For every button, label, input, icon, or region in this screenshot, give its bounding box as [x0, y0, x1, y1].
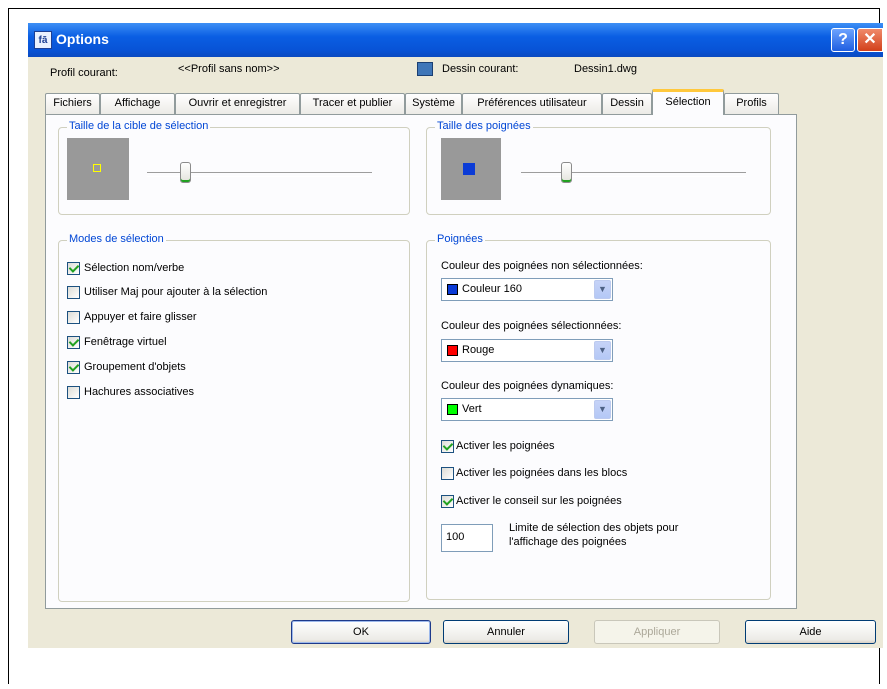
- options-app-icon: fā: [34, 31, 52, 49]
- cancel-button[interactable]: Annuler: [443, 620, 569, 644]
- press-drag-label[interactable]: Appuyer et faire glisser: [84, 311, 197, 323]
- selection-modes-title: Modes de sélection: [67, 233, 166, 245]
- grip-limit-label-line1: Limite de sélection des objets pour: [509, 522, 679, 534]
- selection-modes-group: Modes de sélection Sélection nom/verbe U…: [58, 233, 410, 602]
- dynamic-grip-color-select[interactable]: Vert ▼: [441, 398, 613, 421]
- current-drawing-value: Dessin1.dwg: [574, 63, 637, 75]
- selected-grip-color-select[interactable]: Rouge ▼: [441, 339, 613, 362]
- grip-limit-label-line2: l'affichage des poignées: [509, 536, 627, 548]
- tab-selection[interactable]: Sélection: [652, 89, 724, 115]
- dynamic-grip-swatch: [447, 404, 458, 415]
- enable-grips-checkbox[interactable]: [441, 440, 454, 453]
- grip-size-slider-thumb[interactable]: [561, 162, 572, 183]
- grip-size-group: Taille des poignées: [426, 120, 771, 215]
- chevron-down-icon[interactable]: ▼: [594, 341, 611, 360]
- grip-size-slider-track[interactable]: [521, 172, 746, 177]
- grip-object-limit-input[interactable]: 100: [441, 524, 493, 552]
- implied-windowing-label[interactable]: Fenêtrage virtuel: [84, 336, 167, 348]
- title-bar[interactable]: fā Options ? ✕: [28, 23, 883, 57]
- pickbox-preview-square: [93, 164, 101, 172]
- pickbox-slider-thumb[interactable]: [180, 162, 192, 183]
- tab-tracer-publier[interactable]: Tracer et publier: [300, 93, 405, 114]
- unselected-grip-color-value: Couleur 160: [462, 283, 522, 295]
- enable-grip-tips-label[interactable]: Activer le conseil sur les poignées: [456, 495, 622, 507]
- press-drag-checkbox[interactable]: [67, 311, 80, 324]
- drawing-icon: [417, 62, 433, 76]
- ok-button[interactable]: OK: [291, 620, 431, 644]
- dynamic-grip-color-label: Couleur des poignées dynamiques:: [441, 380, 614, 392]
- enable-grip-tips-checkbox[interactable]: [441, 495, 454, 508]
- grip-size-preview: [441, 138, 501, 200]
- tab-dessin[interactable]: Dessin: [602, 93, 652, 114]
- selected-grip-swatch: [447, 345, 458, 356]
- chevron-down-icon[interactable]: ▼: [594, 400, 611, 419]
- grips-title: Poignées: [435, 233, 485, 245]
- associative-hatch-checkbox[interactable]: [67, 386, 80, 399]
- shift-add-checkbox[interactable]: [67, 286, 80, 299]
- enable-grips-in-blocks-checkbox[interactable]: [441, 467, 454, 480]
- pickbox-size-title: Taille de la cible de sélection: [67, 120, 211, 132]
- help-button[interactable]: Aide: [745, 620, 876, 644]
- pickbox-preview: [67, 138, 129, 200]
- pickbox-size-group: Taille de la cible de sélection: [58, 120, 410, 215]
- object-grouping-label[interactable]: Groupement d'objets: [84, 361, 186, 373]
- apply-button[interactable]: Appliquer: [594, 620, 720, 644]
- dynamic-grip-color-value: Vert: [462, 403, 482, 415]
- enable-grips-in-blocks-label[interactable]: Activer les poignées dans les blocs: [456, 467, 627, 479]
- chevron-down-icon[interactable]: ▼: [594, 280, 611, 299]
- grip-preview-square: [463, 163, 475, 175]
- tab-fichiers[interactable]: Fichiers: [45, 93, 100, 114]
- associative-hatch-label[interactable]: Hachures associatives: [84, 386, 194, 398]
- unselected-grip-swatch: [447, 284, 458, 295]
- unselected-grip-color-select[interactable]: Couleur 160 ▼: [441, 278, 613, 301]
- help-title-button[interactable]: ?: [831, 28, 855, 52]
- window-title: Options: [56, 31, 109, 47]
- selection-tab-panel: Taille de la cible de sélection Taille d…: [45, 114, 797, 609]
- selected-grip-color-label: Couleur des poignées sélectionnées:: [441, 320, 622, 332]
- shift-add-label[interactable]: Utiliser Maj pour ajouter à la sélection: [84, 286, 267, 298]
- close-icon[interactable]: ✕: [857, 28, 883, 52]
- noun-verb-selection-checkbox[interactable]: [67, 262, 80, 275]
- tab-systeme[interactable]: Système: [405, 93, 462, 114]
- object-grouping-checkbox[interactable]: [67, 361, 80, 374]
- noun-verb-selection-label[interactable]: Sélection nom/verbe: [84, 262, 184, 274]
- implied-windowing-checkbox[interactable]: [67, 336, 80, 349]
- selected-grip-color-value: Rouge: [462, 344, 495, 356]
- current-profile-value: <<Profil sans nom>>: [178, 63, 280, 75]
- tab-affichage[interactable]: Affichage: [100, 93, 175, 114]
- tab-ouvrir-enregistrer[interactable]: Ouvrir et enregistrer: [175, 93, 300, 114]
- tab-profils[interactable]: Profils: [724, 93, 779, 114]
- enable-grips-label[interactable]: Activer les poignées: [456, 440, 554, 452]
- unselected-grip-color-label: Couleur des poignées non sélectionnées:: [441, 260, 643, 272]
- grip-size-title: Taille des poignées: [435, 120, 533, 132]
- grips-group: Poignées Couleur des poignées non sélect…: [426, 233, 771, 600]
- current-drawing-label: Dessin courant:: [442, 63, 519, 75]
- tab-preferences-utilisateur[interactable]: Préférences utilisateur: [462, 93, 602, 114]
- options-dialog: fā Options ? ✕ Profil courant: <<Profil …: [28, 23, 883, 648]
- current-profile-label: Profil courant:: [50, 67, 118, 79]
